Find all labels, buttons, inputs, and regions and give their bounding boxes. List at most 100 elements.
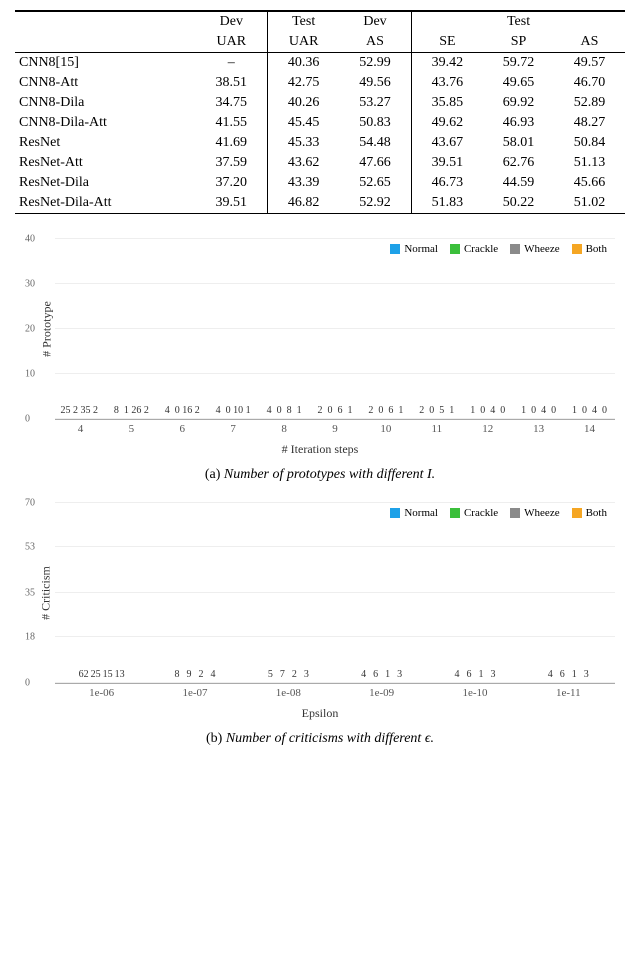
bar-value-label: 2 [292,669,297,680]
bar-value-label: 13 [115,669,125,680]
bar-value-label: 4 [592,405,597,416]
y-tick: 10 [25,369,35,380]
bar-value-label: 3 [397,669,402,680]
cell: 46.82 [267,193,339,214]
bar-value-label: 16 [182,405,192,416]
bar-value-label: 6 [337,405,342,416]
x-tick: 13 [513,419,564,435]
x-tick: 11 [411,419,462,435]
row-name: ResNet-Dila-Att [15,193,196,214]
cell: 41.69 [196,133,268,153]
bar-value-label: 0 [175,405,180,416]
bar-value-label: 0 [327,405,332,416]
cell: 43.39 [267,173,339,193]
table-row: ResNet-Dila 37.20 43.39 52.65 46.73 44.5… [15,173,625,193]
cell: 38.51 [196,73,268,93]
table-row: ResNet 41.69 45.33 54.48 43.67 58.01 50.… [15,133,625,153]
x-tick: 1e-08 [242,683,335,699]
cell: 43.76 [411,73,483,93]
x-tick: 5 [106,419,157,435]
cell: 52.65 [339,173,411,193]
bar-value-label: 8 [287,405,292,416]
legend-swatch [572,508,582,518]
bar-value-label: 2 [195,405,200,416]
cell: 46.70 [554,73,625,93]
bar-value-label: 0 [226,405,231,416]
bar-value-label: 0 [480,405,485,416]
table-row: CNN8[15] – 40.36 52.99 39.42 59.72 49.57 [15,53,625,74]
y-axis-label: # Prototype [39,301,54,357]
legend-swatch [450,508,460,518]
bar-value-label: 4 [541,405,546,416]
legend-item: Normal [390,507,438,519]
bar-value-label: 8 [114,405,119,416]
cell: 39.42 [411,53,483,74]
bar-value-label: 35 [80,405,90,416]
legend-label: Both [586,507,607,519]
cell: 62.76 [483,153,554,173]
results-table: Dev Test Dev Test UAR UAR AS SE SP AS CN… [15,10,625,214]
legend-swatch [572,244,582,254]
cell: 52.99 [339,53,411,74]
cell: 45.33 [267,133,339,153]
bar-value-label: 1 [347,405,352,416]
bar-value-label: 1 [246,405,251,416]
chart: # Prototype010203040NormalCrackleWheezeB… [15,239,625,483]
x-tick: 12 [462,419,513,435]
x-tick: 10 [360,419,411,435]
bar-value-label: 2 [419,405,424,416]
cell: 52.89 [554,93,625,113]
bar-value-label: 0 [582,405,587,416]
table-row: ResNet-Dila-Att 39.51 46.82 52.92 51.83 … [15,193,625,214]
cell: 39.51 [196,193,268,214]
bar-value-label: 1 [572,669,577,680]
bar-value-label: 4 [361,669,366,680]
cell: 46.73 [411,173,483,193]
legend-item: Wheeze [510,507,559,519]
legend-item: Crackle [450,507,498,519]
row-name: ResNet-Att [15,153,196,173]
table-row: CNN8-Dila 34.75 40.26 53.27 35.85 69.92 … [15,93,625,113]
bar-value-label: 4 [490,405,495,416]
legend-label: Crackle [464,243,498,255]
cell: 43.62 [267,153,339,173]
bar-value-label: 3 [490,669,495,680]
bar-value-label: 0 [602,405,607,416]
bar-value-label: 7 [280,669,285,680]
y-tick: 18 [25,631,35,642]
bar-value-label: 4 [216,405,221,416]
legend-item: Crackle [450,243,498,255]
x-tick: 1e-09 [335,683,428,699]
legend-label: Normal [404,243,438,255]
x-tick: 1e-11 [522,683,615,699]
legend-label: Crackle [464,507,498,519]
y-tick: 70 [25,498,35,509]
bar-value-label: 0 [378,405,383,416]
bar-value-label: 4 [454,669,459,680]
x-tick: 4 [55,419,106,435]
x-tick: 9 [310,419,361,435]
bar-value-label: 25 [60,405,70,416]
row-name: CNN8-Dila-Att [15,113,196,133]
bar-value-label: 1 [572,405,577,416]
cell: 37.59 [196,153,268,173]
bar-value-label: 4 [210,669,215,680]
legend-label: Wheeze [524,507,559,519]
bar-value-label: 0 [551,405,556,416]
legend-swatch [390,244,400,254]
bar-value-label: 6 [388,405,393,416]
bar-value-label: 62 [79,669,89,680]
bar-value-label: 2 [368,405,373,416]
bar-value-label: 5 [268,669,273,680]
cell: 54.48 [339,133,411,153]
y-tick: 30 [25,279,35,290]
x-tick: 1e-10 [428,683,521,699]
cell: 69.92 [483,93,554,113]
cell: 49.56 [339,73,411,93]
cell: 46.93 [483,113,554,133]
bar-value-label: 6 [560,669,565,680]
cell: 51.83 [411,193,483,214]
cell: 53.27 [339,93,411,113]
cell: – [196,53,268,74]
bar-value-label: 1 [385,669,390,680]
